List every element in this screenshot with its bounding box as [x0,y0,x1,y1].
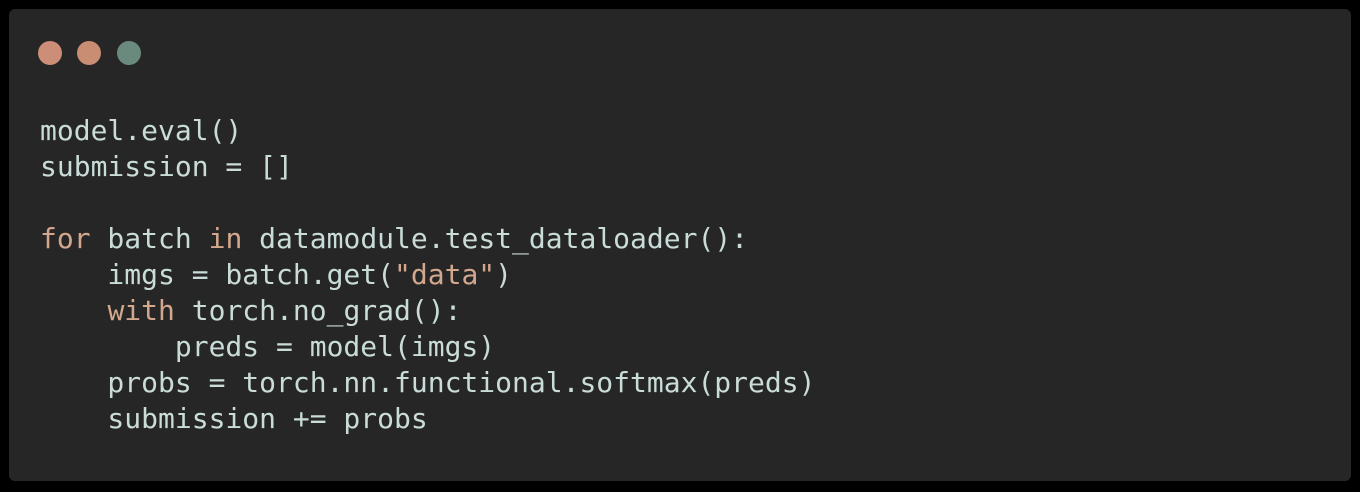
code-token: model.eval() [40,114,243,147]
code-block: model.eval() submission = [] for batch in … [40,113,815,437]
code-token: torch.no_grad(): [174,294,462,327]
code-token: preds = model(imgs) [40,330,496,363]
code-window: model.eval() submission = [] for batch in … [9,9,1351,481]
code-token: batch [90,222,209,255]
code-line: preds = model(imgs) [40,329,815,365]
code-line: model.eval() [40,113,815,149]
code-line: imgs = batch.get("data") [40,257,815,293]
code-keyword: in [208,222,243,255]
code-line: with torch.no_grad(): [40,293,815,329]
code-token: ) [495,258,513,291]
code-token: datamodule.test_dataloader(): [242,222,749,255]
close-icon[interactable] [38,41,62,65]
code-token: imgs = batch.get( [40,258,395,291]
zoom-icon[interactable] [117,41,141,65]
code-line: submission = [] [40,149,815,185]
code-line: submission += probs [40,401,815,437]
code-token: submission += probs [40,402,428,435]
code-token: submission = [] [40,150,293,183]
code-token: probs = torch.nn.functional.softmax(pred… [40,366,816,399]
code-line: for batch in datamodule.test_dataloader(… [40,221,815,257]
minimize-icon[interactable] [77,41,101,65]
code-keyword: for [40,222,91,255]
code-keyword: with [107,294,175,327]
code-line: probs = torch.nn.functional.softmax(pred… [40,365,815,401]
code-line-empty [40,185,815,221]
code-string: "data" [394,258,496,291]
